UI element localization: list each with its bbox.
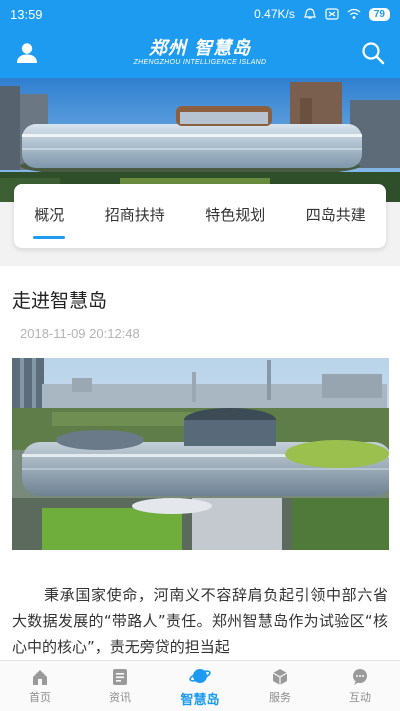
article-title: 走进智慧岛 [12,290,108,312]
tabbar-interaction[interactable]: 互动 [320,661,400,711]
box-icon [272,669,288,685]
alarm-icon [304,8,316,19]
app-title: 郑州 智慧岛 [148,38,252,59]
article-photo-illustration [12,358,389,550]
sim-icon [325,8,339,20]
tabbar-smart-island-label: 智慧岛 [180,692,220,708]
tab-overview[interactable]: 概况 [30,204,68,239]
tabbar-interaction-label: 互动 [349,691,371,704]
tab-featured-planning[interactable]: 特色规划 [201,204,269,225]
article-card: 走进智慧岛 2018-11-09 20:12:48 秉承国家使命，河南义不容辞肩… [0,266,400,660]
net-speed: 0.47K/s [254,7,295,21]
status-indicators: 0.47K/s 79 [254,7,390,21]
tabbar-news-label: 资讯 [109,691,131,704]
wifi-icon [347,8,361,19]
tabbar-home-label: 首页 [29,691,51,704]
news-icon [113,669,127,685]
battery-level: 79 [368,7,390,21]
tabbar-services-label: 服务 [269,691,291,704]
status-bar: 13:59 0.47K/s 79 [0,0,400,28]
article-photo [12,358,389,550]
article-timestamp: 2018-11-09 20:12:48 [20,326,140,341]
status-time: 13:59 [10,6,43,22]
tab-investment-support[interactable]: 招商扶持 [101,204,169,225]
category-tabs: 概况 招商扶持 特色规划 四岛共建 [14,184,386,248]
chat-icon [353,669,367,685]
home-icon [33,670,47,685]
tabbar-smart-island[interactable]: 智慧岛 [160,661,240,711]
bottom-tab-bar: 首页 资讯 智慧岛 服务 互动 [0,660,400,711]
article-body: 秉承国家使命，河南义不容辞肩负起引领中部六省大数据发展的“带路人”责任。郑州智慧… [12,586,388,656]
planet-icon [189,668,211,683]
app-header: 郑州 智慧岛 ZHENGZHOU INTELLIGENCE ISLAND [0,28,400,78]
app-subtitle: ZHENGZHOU INTELLIGENCE ISLAND [133,59,267,66]
user-icon[interactable] [14,40,40,66]
tab-four-islands[interactable]: 四岛共建 [302,204,370,225]
search-icon[interactable] [360,40,386,66]
tabbar-services[interactable]: 服务 [240,661,320,711]
tabbar-news[interactable]: 资讯 [80,661,160,711]
tabbar-home[interactable]: 首页 [0,661,80,711]
